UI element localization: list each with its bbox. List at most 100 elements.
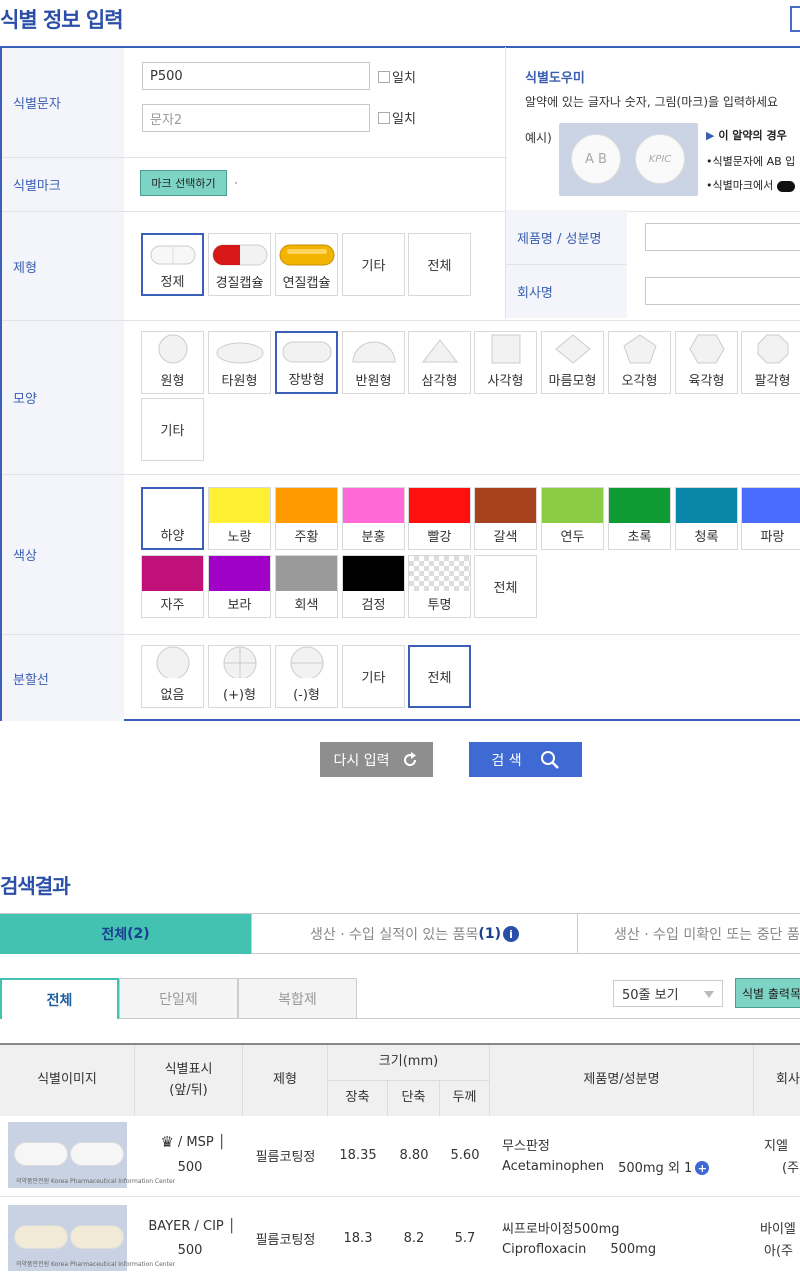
reset-button-label: 다시 입력 xyxy=(333,752,390,769)
color-option[interactable]: 연두 xyxy=(541,487,604,550)
row1-marking-line1: / MSP xyxy=(177,1134,214,1150)
dosage-option-other[interactable]: 기타 xyxy=(342,233,405,296)
row2-ingredient-name: Ciprofloxacin xyxy=(502,1241,587,1257)
checkbox-box[interactable] xyxy=(378,111,390,124)
row1-amount: 500mg 외 1 xyxy=(618,1160,693,1176)
shape-option-diamond[interactable]: 마름모형 xyxy=(541,331,604,394)
dosage-option-hard-capsule[interactable]: 경질캡슐 xyxy=(208,233,271,296)
color-option-label: 청록 xyxy=(694,530,719,545)
plus-icon[interactable]: + xyxy=(695,1161,710,1175)
color-option[interactable]: 청록 xyxy=(675,487,738,550)
no-split-icon xyxy=(156,646,189,678)
reset-button[interactable]: 다시 입력 xyxy=(320,742,433,777)
shape-option-oblong[interactable]: 장방형 xyxy=(275,331,338,394)
match-label: 일치 xyxy=(392,71,416,86)
split-option-all[interactable]: 전체 xyxy=(408,645,471,708)
shape-option-semicircle[interactable]: 반원형 xyxy=(342,331,405,394)
square-shape-icon xyxy=(491,334,520,364)
pill-image-2[interactable]: 의약품안전원 Korea Pharmaceutical Information … xyxy=(8,1205,175,1271)
color-option[interactable]: 회색 xyxy=(275,555,338,618)
color-option[interactable]: 전체 xyxy=(474,555,537,618)
company-input[interactable] xyxy=(645,277,800,305)
color-option[interactable]: 자주 xyxy=(141,555,204,618)
row2-marking-back: 500 xyxy=(177,1242,203,1258)
octagon-shape-icon xyxy=(757,334,788,364)
color-option[interactable]: 검정 xyxy=(342,555,405,618)
color-option-label: 빨강 xyxy=(427,530,452,545)
id-text-input-2[interactable]: 문자2 xyxy=(142,104,370,132)
semicircle-shape-icon xyxy=(351,341,396,363)
row1-product-link[interactable]: 무스판정 xyxy=(502,1133,752,1155)
tab-all[interactable]: 전체(2) xyxy=(0,914,252,954)
hexagon-shape-icon xyxy=(688,334,725,364)
color-option[interactable]: 투명 xyxy=(408,555,471,618)
match-checkbox-1[interactable]: 일치 xyxy=(378,67,416,86)
diamond-shape-icon xyxy=(554,334,591,364)
pill-front xyxy=(14,1225,68,1249)
row2-ingredient: Ciprofloxacin 500mg xyxy=(502,1238,752,1260)
split-option-minus[interactable]: (-)형 xyxy=(275,645,338,708)
row1-dosage: 필름코팅정 xyxy=(255,1149,316,1165)
window-corner-icon[interactable] xyxy=(790,6,800,32)
split-option-label: 전체 xyxy=(427,671,452,686)
print-button[interactable]: 식별 출력목 xyxy=(735,978,800,1008)
color-option[interactable]: 초록 xyxy=(608,487,671,550)
page-size-select[interactable]: 50줄 보기 xyxy=(613,980,723,1007)
dosage-option-tablet[interactable]: 정제 xyxy=(141,233,204,296)
shape-option-pentagon[interactable]: 오각형 xyxy=(608,331,671,394)
mark-sample-icon xyxy=(776,180,795,192)
checkbox-box[interactable] xyxy=(378,70,390,83)
tab-produced[interactable]: 생산 · 수입 실적이 있는 품목 (1) i xyxy=(252,914,578,954)
dosage-option-soft-capsule[interactable]: 연질캡슐 xyxy=(275,233,338,296)
search-button[interactable]: 검 색 xyxy=(469,742,582,777)
row1-short: 8.80 xyxy=(399,1147,429,1163)
soft-capsule-icon xyxy=(279,244,334,266)
helper-note-title: ▶ 이 알약의 경우 xyxy=(706,127,787,143)
shape-option-square[interactable]: 사각형 xyxy=(474,331,537,394)
row2-amount: 500mg xyxy=(610,1241,657,1257)
shape-option-octagon[interactable]: 팔각형 xyxy=(741,331,800,394)
color-option[interactable]: 파랑 xyxy=(741,487,800,550)
color-option[interactable]: 주황 xyxy=(275,487,338,550)
row1-ingredient: Acetaminophen 500mg 외 1 + xyxy=(502,1155,752,1177)
pill-image-1[interactable]: 의약품안전원 Korea Pharmaceutical Information … xyxy=(8,1122,175,1188)
helper-note-3: •식별마크에서 xyxy=(706,179,774,192)
match-checkbox-2[interactable]: 일치 xyxy=(378,108,416,127)
select-mark-button[interactable]: 마크 선택하기 xyxy=(140,170,227,196)
split-option-plus[interactable]: (+)형 xyxy=(208,645,271,708)
split-option-none[interactable]: 없음 xyxy=(141,645,204,708)
info-icon[interactable]: i xyxy=(502,926,519,942)
color-option-label: 검정 xyxy=(361,598,386,613)
color-option[interactable]: 하양 xyxy=(141,487,204,550)
dosage-option-all[interactable]: 전체 xyxy=(408,233,471,296)
color-swatch xyxy=(676,488,737,523)
dosage-option-label: 정제 xyxy=(160,275,185,290)
color-option-label: 투명 xyxy=(427,598,452,613)
color-option[interactable]: 보라 xyxy=(208,555,271,618)
row2-marking-front: BAYER / CIP │ xyxy=(140,1214,244,1238)
id-text-input-1[interactable]: P500 xyxy=(142,62,370,90)
color-option-label: 갈색 xyxy=(493,530,518,545)
color-swatch xyxy=(409,488,470,523)
shape-option-hexagon[interactable]: 육각형 xyxy=(675,331,738,394)
tab-unconfirmed[interactable]: 생산 · 수입 미확인 또는 중단 품 xyxy=(578,914,800,954)
shape-option-triangle[interactable]: 삼각형 xyxy=(408,331,471,394)
color-option[interactable]: 분홍 xyxy=(342,487,405,550)
subtab-single[interactable]: 단일제 xyxy=(119,978,238,1019)
row2-marking-line1: BAYER / CIP xyxy=(148,1218,224,1234)
product-name-input[interactable] xyxy=(645,223,800,251)
subtab-all[interactable]: 전체 xyxy=(0,978,119,1019)
row2-company-2: 아(주 xyxy=(764,1243,793,1259)
color-option-label: 분홍 xyxy=(361,530,386,545)
split-option-other[interactable]: 기타 xyxy=(342,645,405,708)
col-marking-label: 식별표시 xyxy=(164,1061,213,1077)
shape-option-round[interactable]: 원형 xyxy=(141,331,204,394)
color-option[interactable]: 빨강 xyxy=(408,487,471,550)
color-option[interactable]: 갈색 xyxy=(474,487,537,550)
color-swatch xyxy=(209,556,270,591)
subtab-combination[interactable]: 복합제 xyxy=(238,978,357,1019)
color-option[interactable]: 노랑 xyxy=(208,487,271,550)
shape-option-other[interactable]: 기타 xyxy=(141,398,204,461)
row2-product-link[interactable]: 씨프로바이정500mg xyxy=(502,1216,752,1238)
shape-option-oval[interactable]: 타원형 xyxy=(208,331,271,394)
